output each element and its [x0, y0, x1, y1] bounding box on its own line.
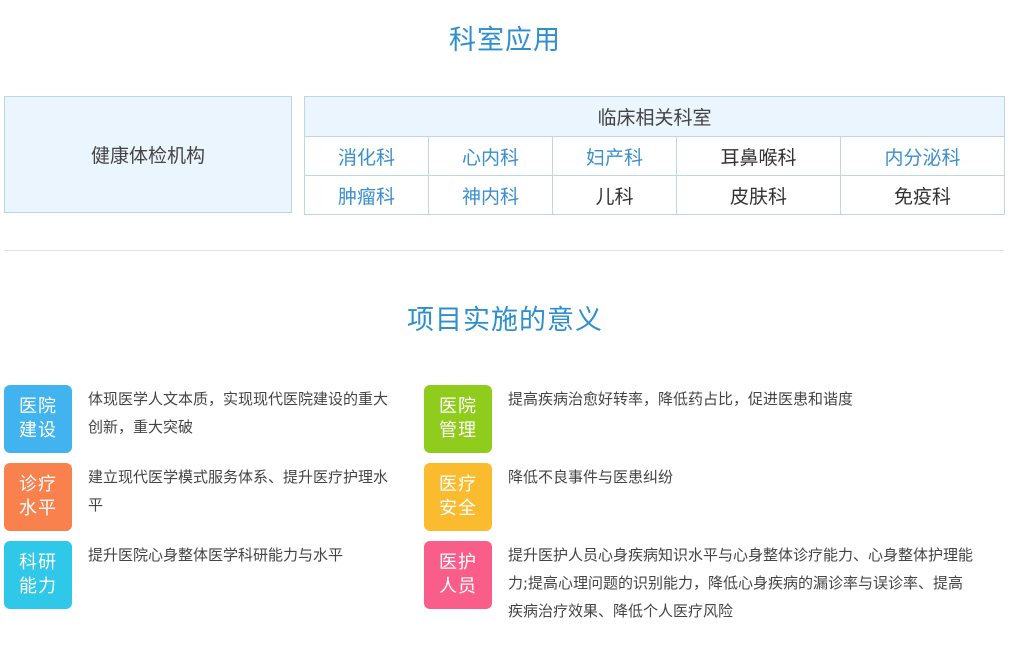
- treatment-level-badge: 诊疗 水平: [4, 463, 72, 531]
- significance-item-hospital-construction: 医院 建设 体现医学人文本质，实现现代医院建设的重大创新，重大突破: [4, 385, 398, 456]
- section-title-project-significance: 项目实施的意义: [407, 305, 603, 336]
- significance-item-medical-safety: 医疗 安全 降低不良事件与医患纠纷: [424, 463, 976, 531]
- badge-line: 水平: [19, 498, 57, 519]
- badge-line: 安全: [439, 498, 477, 519]
- medical-staff-badge: 医护 人员: [424, 541, 492, 609]
- item-description: 降低不良事件与医患纠纷: [508, 468, 674, 486]
- department-link[interactable]: 妇产科: [552, 136, 677, 176]
- badge-line: 科研: [19, 552, 57, 573]
- department-link[interactable]: 内分泌科: [839, 136, 1006, 176]
- table-header-row: 临床相关科室: [303, 96, 1006, 137]
- department-link[interactable]: 肿瘤科: [304, 175, 429, 215]
- significance-item-medical-staff: 医护 人员 提升医护人员心身疾病知识水平与心身整体诊疗能力、心身整体护理能力;提…: [424, 541, 976, 640]
- table-row: 消化科 心内科 妇产科 耳鼻喉科 内分泌科: [304, 136, 1006, 176]
- research-capability-badge: 科研 能力: [4, 541, 72, 609]
- item-description: 建立现代医学模式服务体系、提升医疗护理水平: [88, 468, 389, 514]
- hospital-management-badge: 医院 管理: [424, 385, 492, 453]
- department-cell: 耳鼻喉科: [676, 136, 841, 176]
- clinical-departments-table: 临床相关科室 消化科 心内科 妇产科 耳鼻喉科 内分泌科 肿瘤科 神内科 儿科 …: [303, 96, 1006, 215]
- item-description: 提升医护人员心身疾病知识水平与心身整体诊疗能力、心身整体护理能力;提高心理问题的…: [508, 546, 974, 620]
- department-link[interactable]: 消化科: [304, 136, 429, 176]
- table-row: 肿瘤科 神内科 儿科 皮肤科 免疫科: [304, 175, 1006, 215]
- medical-safety-badge: 医疗 安全: [424, 463, 492, 531]
- badge-line: 人员: [439, 576, 477, 597]
- item-description: 体现医学人文本质，实现现代医院建设的重大创新，重大突破: [88, 390, 389, 436]
- badge-line: 能力: [19, 576, 57, 597]
- department-link[interactable]: 心内科: [428, 136, 553, 176]
- significance-item-treatment-level: 诊疗 水平 建立现代医学模式服务体系、提升医疗护理水平: [4, 463, 398, 534]
- item-description: 提高疾病治愈好转率，降低药占比，促进医患和谐度: [508, 390, 854, 408]
- badge-line: 诊疗: [19, 474, 57, 495]
- section-title-department-application: 科室应用: [449, 25, 561, 56]
- badge-line: 医院: [19, 396, 57, 417]
- department-link[interactable]: 神内科: [428, 175, 553, 215]
- health-checkup-institution-box: 健康体检机构: [4, 96, 292, 213]
- department-cell: 皮肤科: [676, 175, 841, 215]
- badge-line: 管理: [439, 420, 477, 441]
- significance-item-research-capability: 科研 能力 提升医院心身整体医学科研能力与水平: [4, 541, 398, 609]
- hospital-construction-badge: 医院 建设: [4, 385, 72, 453]
- department-cell: 免疫科: [839, 175, 1006, 215]
- section-divider: [4, 250, 1004, 251]
- badge-line: 建设: [19, 420, 57, 441]
- significance-item-hospital-management: 医院 管理 提高疾病治愈好转率，降低药占比，促进医患和谐度: [424, 385, 976, 453]
- badge-line: 医院: [439, 396, 477, 417]
- department-cell: 儿科: [552, 175, 677, 215]
- badge-line: 医护: [439, 552, 477, 573]
- table-header-cell: 临床相关科室: [303, 96, 1006, 137]
- badge-line: 医疗: [439, 474, 477, 495]
- item-description: 提升医院心身整体医学科研能力与水平: [88, 546, 344, 564]
